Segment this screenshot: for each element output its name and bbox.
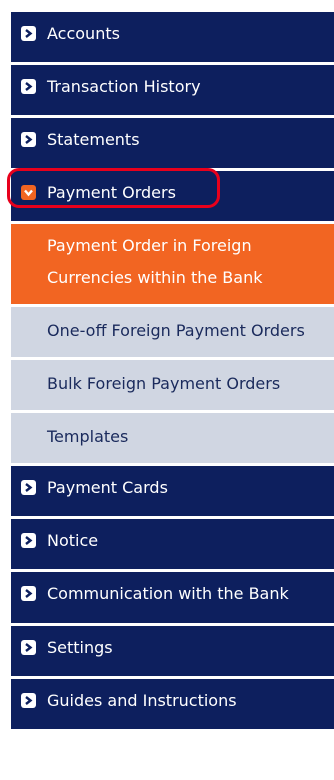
menu-item-transaction-history[interactable]: Transaction History bbox=[11, 65, 334, 118]
menu-item-label: Transaction History bbox=[47, 77, 201, 96]
chevron-right-icon bbox=[21, 79, 36, 94]
menu-item-label: Communication with the Bank bbox=[47, 584, 289, 603]
menu-item-notice[interactable]: Notice bbox=[11, 519, 334, 572]
submenu-item-templates[interactable]: Templates bbox=[11, 413, 334, 466]
menu-item-statements[interactable]: Statements bbox=[11, 118, 334, 171]
menu-item-settings[interactable]: Settings bbox=[11, 626, 334, 679]
chevron-right-icon bbox=[21, 480, 36, 495]
side-menu: Accounts Transaction History Statements … bbox=[7, 12, 334, 732]
chevron-down-icon bbox=[21, 185, 36, 200]
menu-item-label: Notice bbox=[47, 531, 99, 550]
menu-item-payment-orders[interactable]: Payment Orders bbox=[7, 168, 334, 224]
submenu-item-label: Payment Order in Foreign Currencies with… bbox=[47, 236, 263, 287]
submenu-item-payment-order-foreign-within-bank[interactable]: Payment Order in Foreign Currencies with… bbox=[11, 224, 334, 307]
submenu-item-label: Templates bbox=[47, 427, 129, 446]
menu-item-label: Payment Orders bbox=[47, 183, 176, 202]
menu-item-label: Accounts bbox=[47, 24, 120, 43]
submenu-item-label: One-off Foreign Payment Orders bbox=[47, 321, 305, 340]
chevron-right-icon bbox=[21, 132, 36, 147]
menu-item-label: Statements bbox=[47, 130, 140, 149]
submenu-item-one-off-foreign-payment-orders[interactable]: One-off Foreign Payment Orders bbox=[11, 307, 334, 360]
menu-item-payment-cards[interactable]: Payment Cards bbox=[11, 466, 334, 519]
menu-item-guides-and-instructions[interactable]: Guides and Instructions bbox=[11, 679, 334, 732]
menu-item-label: Payment Cards bbox=[47, 478, 168, 497]
chevron-right-icon bbox=[21, 26, 36, 41]
submenu-item-bulk-foreign-payment-orders[interactable]: Bulk Foreign Payment Orders bbox=[11, 360, 334, 413]
menu-item-accounts[interactable]: Accounts bbox=[11, 12, 334, 65]
submenu-item-label: Bulk Foreign Payment Orders bbox=[47, 374, 281, 393]
chevron-right-icon bbox=[21, 640, 36, 655]
menu-item-label: Guides and Instructions bbox=[47, 691, 237, 710]
chevron-right-icon bbox=[21, 586, 36, 601]
menu-item-label: Settings bbox=[47, 638, 113, 657]
chevron-right-icon bbox=[21, 693, 36, 708]
menu-item-communication-with-the-bank[interactable]: Communication with the Bank bbox=[11, 572, 334, 626]
chevron-right-icon bbox=[21, 533, 36, 548]
